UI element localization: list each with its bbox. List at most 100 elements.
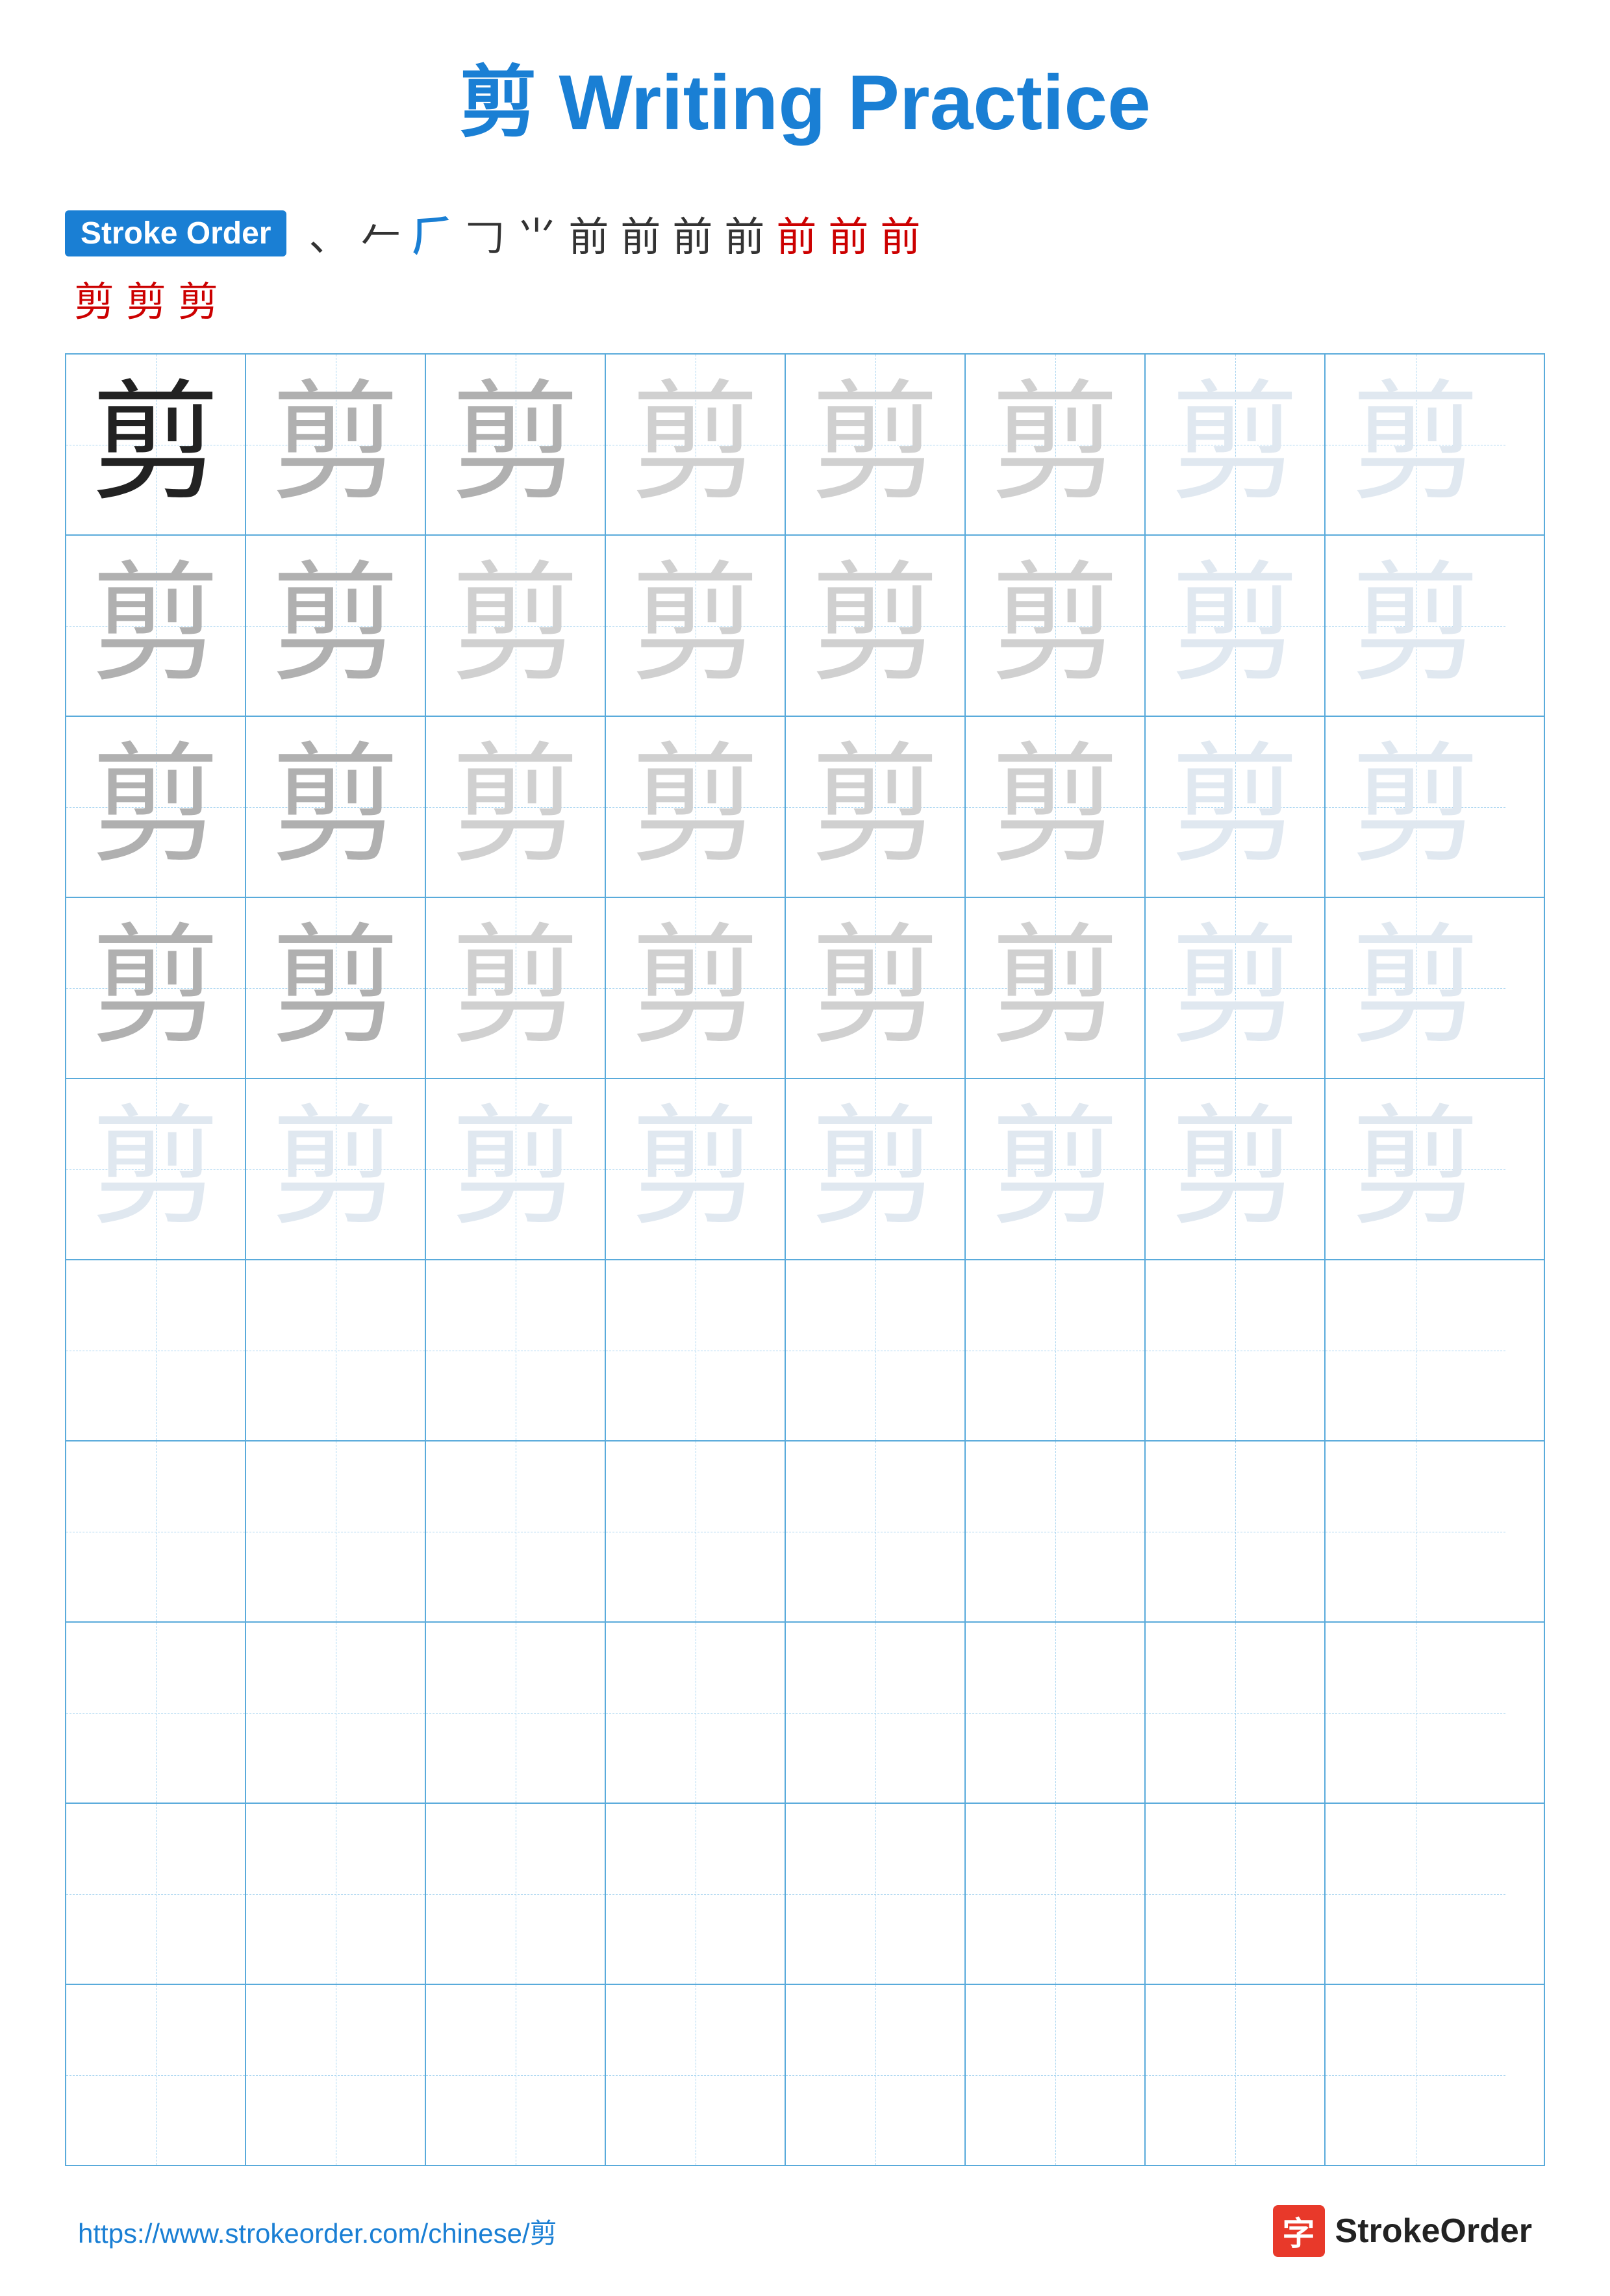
grid-cell-3-2: 剪	[246, 717, 426, 897]
practice-grid: 剪 剪 剪 剪 剪 剪 剪 剪 剪 剪 剪 剪 剪 剪 剪 剪 剪 剪 剪 剪 …	[65, 353, 1545, 2166]
grid-cell-8-6	[966, 1623, 1146, 1803]
grid-cell-5-5: 剪	[786, 1079, 966, 1259]
grid-row-7	[66, 1441, 1544, 1623]
char-1-3: 剪	[450, 380, 580, 510]
char-3-7: 剪	[1170, 742, 1300, 872]
char-2-1: 剪	[90, 561, 220, 691]
stroke-2: 𠂉	[358, 204, 403, 262]
stroke-9: 前	[722, 204, 767, 262]
grid-cell-10-5	[786, 1985, 966, 2165]
grid-cell-3-6: 剪	[966, 717, 1146, 897]
char-5-8: 剪	[1350, 1104, 1480, 1234]
char-3-1: 剪	[90, 742, 220, 872]
grid-cell-7-3	[426, 1441, 606, 1621]
grid-row-6	[66, 1260, 1544, 1441]
grid-cell-1-3: 剪	[426, 355, 606, 534]
grid-cell-9-4	[606, 1804, 786, 1984]
footer-logo-text: StrokeOrder	[1335, 2212, 1532, 2251]
grid-cell-1-2: 剪	[246, 355, 426, 534]
grid-cell-2-1: 剪	[66, 536, 246, 716]
grid-cell-10-8	[1326, 1985, 1505, 2165]
grid-row-9	[66, 1804, 1544, 1985]
grid-cell-9-8	[1326, 1804, 1505, 1984]
char-4-2: 剪	[270, 923, 400, 1053]
grid-cell-2-6: 剪	[966, 536, 1146, 716]
grid-cell-7-7	[1146, 1441, 1326, 1621]
grid-row-3: 剪 剪 剪 剪 剪 剪 剪 剪	[66, 717, 1544, 898]
stroke-3: 𠂆	[410, 204, 455, 262]
grid-cell-6-5	[786, 1260, 966, 1440]
char-1-6: 剪	[990, 380, 1120, 510]
char-2-3: 剪	[450, 561, 580, 691]
grid-cell-2-2: 剪	[246, 536, 426, 716]
char-3-2: 剪	[270, 742, 400, 872]
char-2-5: 剪	[810, 561, 940, 691]
grid-cell-4-5: 剪	[786, 898, 966, 1078]
stroke-order-row2: 剪 剪 剪	[71, 269, 1545, 327]
grid-cell-1-6: 剪	[966, 355, 1146, 534]
page: 剪 Writing Practice Stroke Order 、 𠂉 𠂆 𠃌 …	[0, 0, 1610, 2296]
grid-cell-7-6	[966, 1441, 1146, 1621]
grid-cell-10-6	[966, 1985, 1146, 2165]
grid-cell-5-1: 剪	[66, 1079, 246, 1259]
grid-cell-9-1	[66, 1804, 246, 1984]
char-2-2: 剪	[270, 561, 400, 691]
grid-cell-5-3: 剪	[426, 1079, 606, 1259]
stroke-order-section: Stroke Order 、 𠂉 𠂆 𠃌 ⺌ 前 前 前 前 前 前 前 剪 剪…	[65, 204, 1545, 327]
grid-cell-8-5	[786, 1623, 966, 1803]
stroke-order-row1: Stroke Order 、 𠂉 𠂆 𠃌 ⺌ 前 前 前 前 前 前 前	[65, 204, 1545, 262]
char-3-3: 剪	[450, 742, 580, 872]
char-4-7: 剪	[1170, 923, 1300, 1053]
grid-cell-4-4: 剪	[606, 898, 786, 1078]
stroke-11: 前	[825, 204, 871, 262]
char-5-4: 剪	[630, 1104, 760, 1234]
footer-logo: 字 StrokeOrder	[1273, 2205, 1532, 2257]
grid-cell-5-6: 剪	[966, 1079, 1146, 1259]
grid-cell-4-7: 剪	[1146, 898, 1326, 1078]
grid-cell-3-5: 剪	[786, 717, 966, 897]
grid-cell-8-3	[426, 1623, 606, 1803]
grid-cell-3-4: 剪	[606, 717, 786, 897]
char-3-6: 剪	[990, 742, 1120, 872]
stroke-8: 前	[670, 204, 715, 262]
grid-cell-1-5: 剪	[786, 355, 966, 534]
grid-cell-3-3: 剪	[426, 717, 606, 897]
char-3-8: 剪	[1350, 742, 1480, 872]
grid-cell-1-1: 剪	[66, 355, 246, 534]
stroke-14: 剪	[123, 269, 169, 327]
grid-cell-10-7	[1146, 1985, 1326, 2165]
grid-cell-7-5	[786, 1441, 966, 1621]
char-2-8: 剪	[1350, 561, 1480, 691]
grid-cell-2-4: 剪	[606, 536, 786, 716]
grid-cell-6-4	[606, 1260, 786, 1440]
stroke-7: 前	[618, 204, 663, 262]
grid-cell-10-2	[246, 1985, 426, 2165]
char-2-4: 剪	[630, 561, 760, 691]
grid-cell-6-3	[426, 1260, 606, 1440]
grid-cell-6-1	[66, 1260, 246, 1440]
grid-cell-7-2	[246, 1441, 426, 1621]
title-char: 剪	[459, 59, 537, 146]
char-4-5: 剪	[810, 923, 940, 1053]
grid-row-5: 剪 剪 剪 剪 剪 剪 剪 剪	[66, 1079, 1544, 1260]
grid-cell-6-8	[1326, 1260, 1505, 1440]
grid-cell-4-2: 剪	[246, 898, 426, 1078]
grid-cell-9-7	[1146, 1804, 1326, 1984]
grid-cell-5-8: 剪	[1326, 1079, 1505, 1259]
footer: https://www.strokeorder.com/chinese/剪 字 …	[65, 2205, 1545, 2257]
char-4-6: 剪	[990, 923, 1120, 1053]
grid-row-2: 剪 剪 剪 剪 剪 剪 剪 剪	[66, 536, 1544, 717]
grid-cell-1-4: 剪	[606, 355, 786, 534]
grid-cell-9-3	[426, 1804, 606, 1984]
stroke-15: 剪	[175, 269, 221, 327]
char-2-7: 剪	[1170, 561, 1300, 691]
grid-cell-4-6: 剪	[966, 898, 1146, 1078]
grid-cell-5-2: 剪	[246, 1079, 426, 1259]
grid-cell-1-7: 剪	[1146, 355, 1326, 534]
stroke-10: 前	[774, 204, 819, 262]
grid-cell-7-4	[606, 1441, 786, 1621]
grid-cell-8-2	[246, 1623, 426, 1803]
grid-cell-3-1: 剪	[66, 717, 246, 897]
stroke-13: 剪	[71, 269, 117, 327]
grid-cell-4-8: 剪	[1326, 898, 1505, 1078]
